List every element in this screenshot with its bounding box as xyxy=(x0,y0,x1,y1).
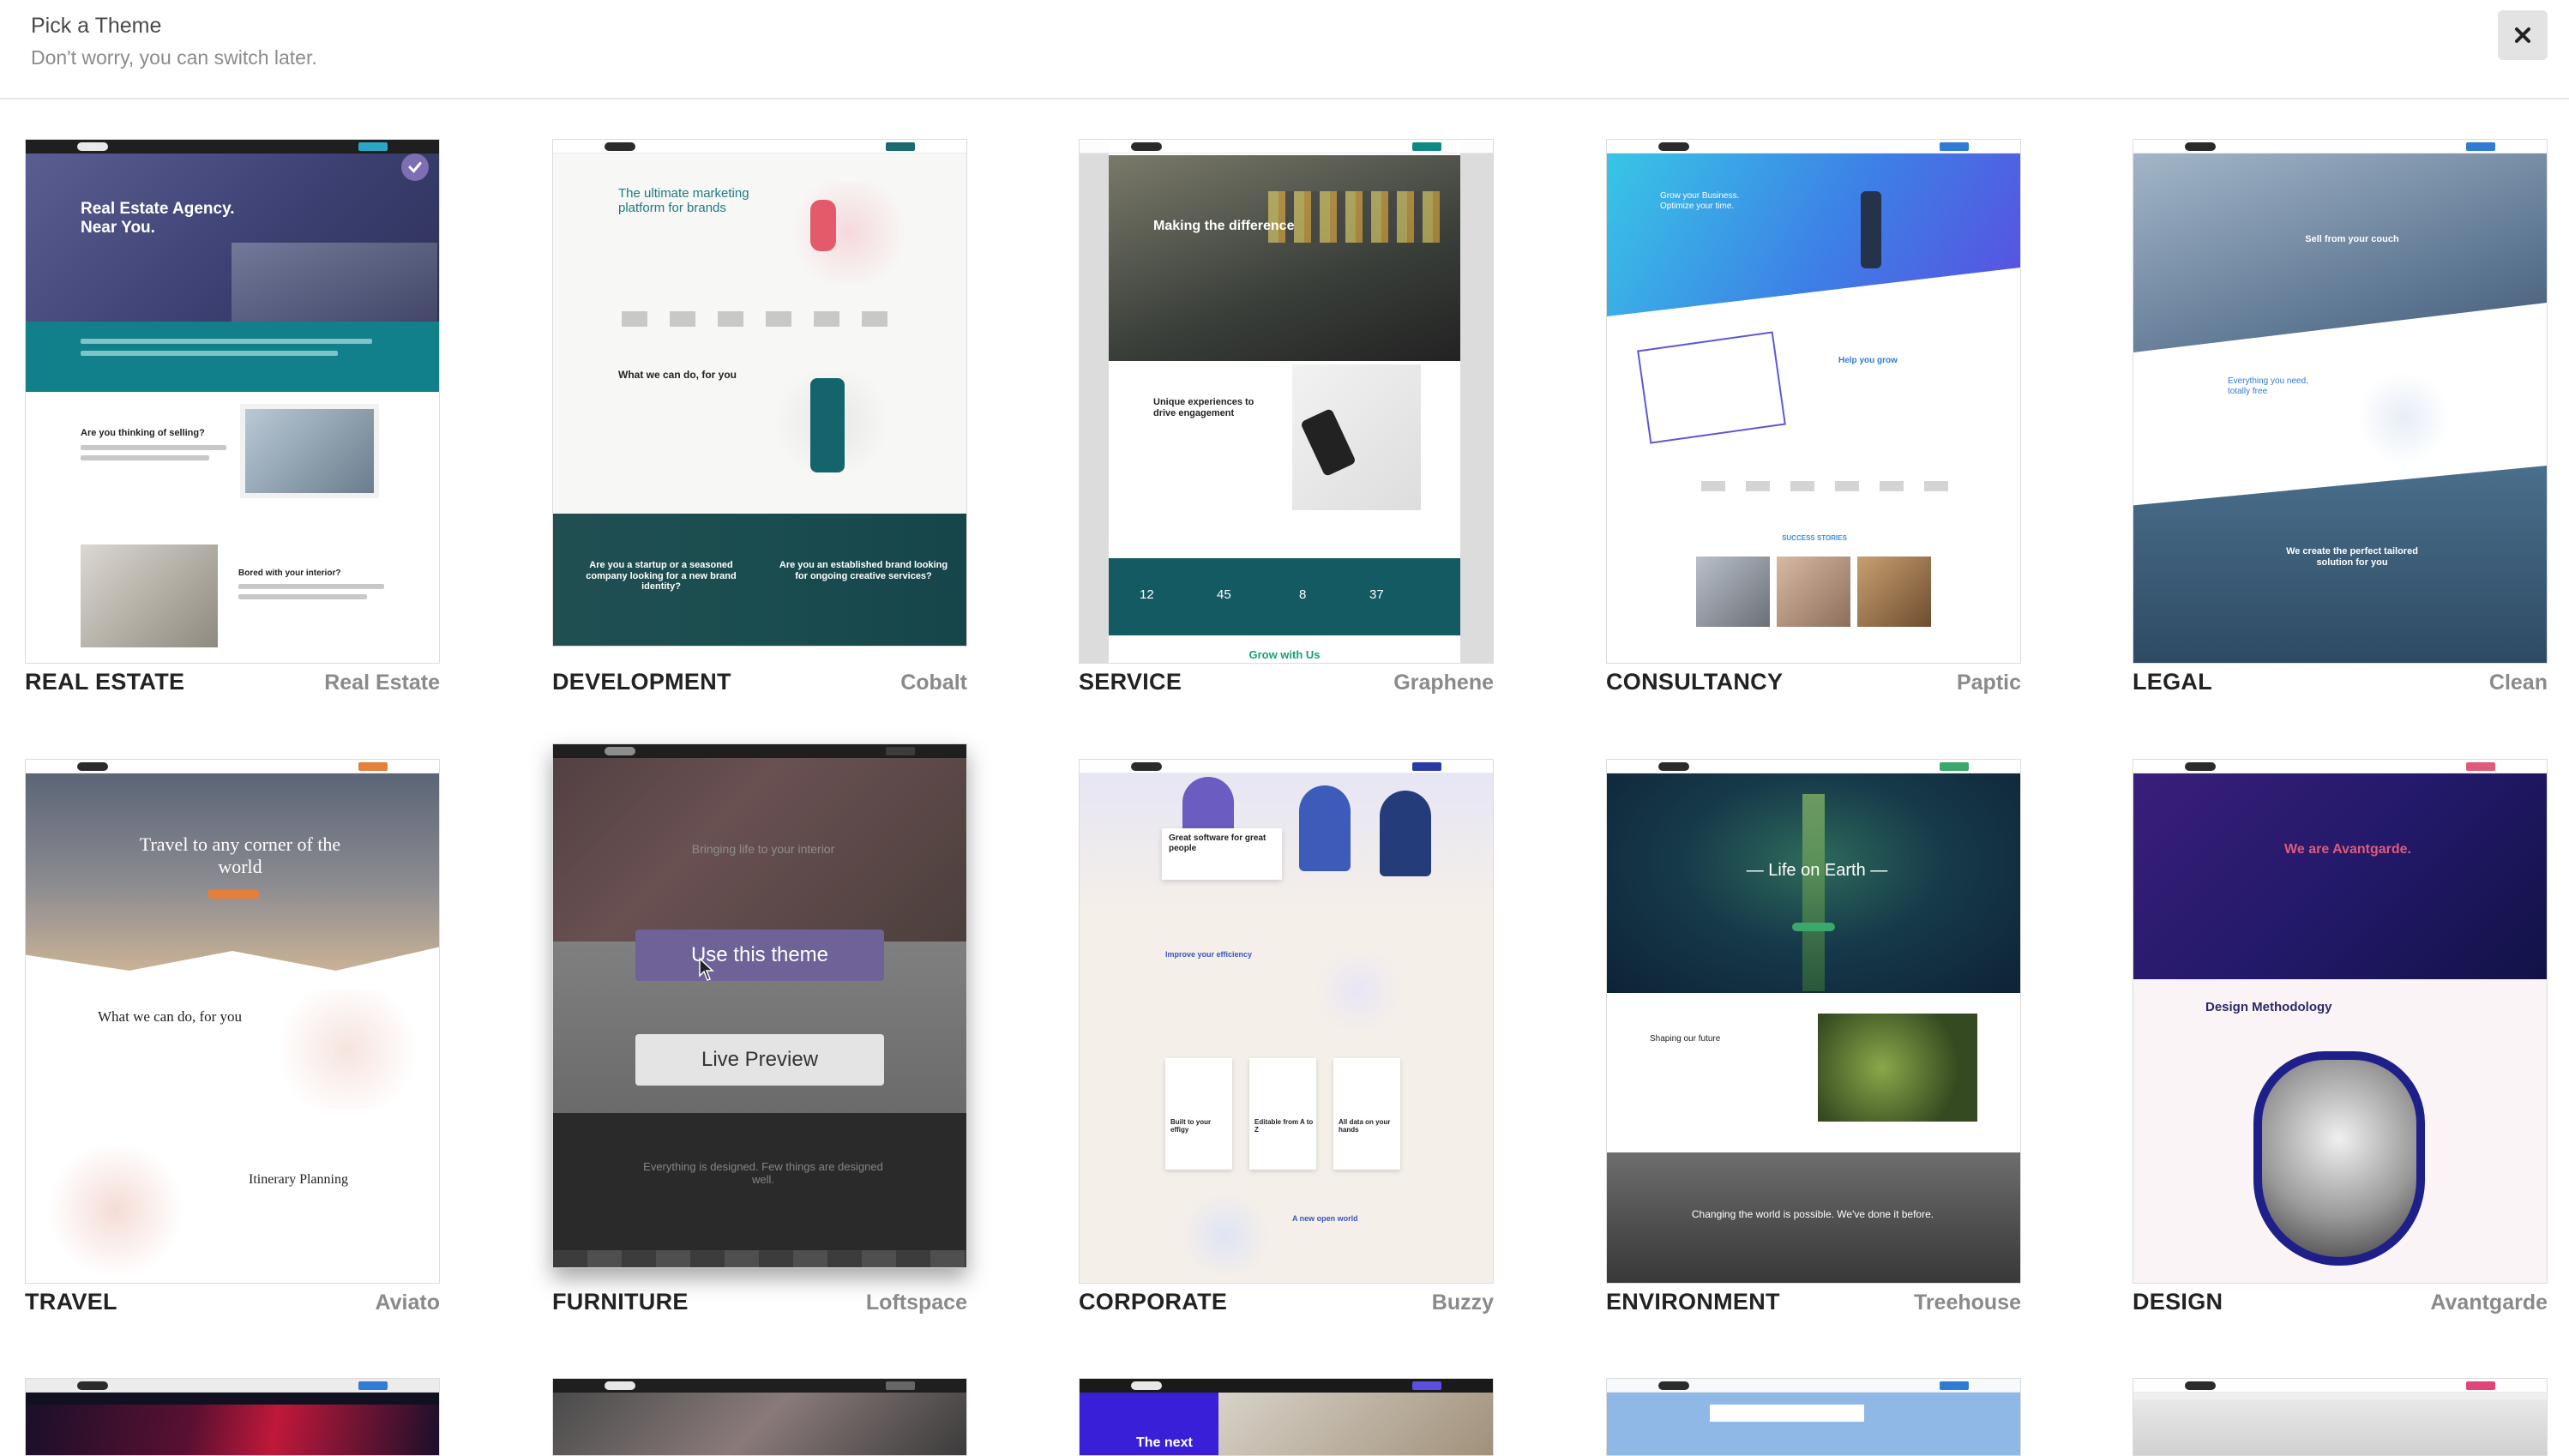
theme-category: ENVIRONMENT xyxy=(1606,1289,1780,1315)
theme-name: Aviato xyxy=(375,1291,440,1315)
theme-category: CORPORATE xyxy=(1079,1289,1228,1315)
preview-headline: The ultimate marketing platform for bran… xyxy=(618,186,749,216)
theme-card-consultancy[interactable]: Grow your Business. Optimize your time. … xyxy=(1606,139,2021,705)
preview-section2: Itinerary Planning xyxy=(249,1172,348,1187)
preview-section1: Help you grow xyxy=(1838,356,1898,365)
theme-grid: Real Estate Agency. Near You. Are you th… xyxy=(0,0,2569,1456)
theme-card-row3-1[interactable] xyxy=(25,1378,440,1456)
theme-preview[interactable]: The ultimate marketing platform for bran… xyxy=(552,139,967,647)
theme-preview[interactable] xyxy=(2133,1378,2548,1456)
preview-section1: Design Methodology xyxy=(2205,1000,2332,1014)
hover-overlay xyxy=(553,744,966,1267)
theme-preview[interactable]: The next xyxy=(1079,1378,1494,1456)
theme-card-development[interactable]: The ultimate marketing platform for bran… xyxy=(552,139,967,705)
theme-card-row3-4[interactable] xyxy=(1606,1378,2021,1456)
preview-section2: We create the perfect tailored solution … xyxy=(2286,546,2418,568)
theme-card-row3-5[interactable] xyxy=(2133,1378,2548,1456)
theme-category: LEGAL xyxy=(2133,669,2212,695)
preview-section2: Changing the world is possible. We've do… xyxy=(1691,1208,1934,1220)
theme-name: Clean xyxy=(2488,671,2548,695)
theme-preview[interactable]: Making the difference Unique experiences… xyxy=(1079,139,1494,664)
theme-category: TRAVEL xyxy=(25,1289,117,1315)
preview-section1: Everything you need, totally free xyxy=(2228,376,2308,396)
preview-col-1: Built to your effigy xyxy=(1170,1118,1212,1134)
theme-card-furniture[interactable]: Bringing life to your interior Everythin… xyxy=(552,743,967,1325)
preview-section2: SUCCESS STORIES xyxy=(1782,534,1847,542)
preview-headline: Sell from your couch xyxy=(2305,234,2399,244)
preview-section1: Are you thinking of selling? xyxy=(81,428,205,438)
preview-section1: Improve your efficiency xyxy=(1165,950,1253,959)
preview-section2: Bored with your interior? xyxy=(238,569,341,578)
preview-headline: — Life on Earth — xyxy=(1746,861,1888,880)
theme-preview[interactable]: Real Estate Agency. Near You. Are you th… xyxy=(25,139,440,664)
theme-preview[interactable]: Travel to any corner of the world What w… xyxy=(25,759,440,1284)
theme-card-design[interactable]: We are Avantgarde. Design Methodology DE… xyxy=(2133,759,2548,1325)
theme-preview[interactable] xyxy=(1606,1378,2021,1456)
theme-category: SERVICE xyxy=(1079,669,1182,695)
theme-category: DEVELOPMENT xyxy=(552,669,731,695)
theme-card-real-estate[interactable]: Real Estate Agency. Near You. Are you th… xyxy=(25,139,440,705)
theme-category: CONSULTANCY xyxy=(1606,669,1784,695)
theme-category: FURNITURE xyxy=(552,1289,689,1315)
preview-section2: A new open world xyxy=(1292,1214,1358,1223)
preview-section3: Are you an established brand looking for… xyxy=(779,560,948,581)
theme-preview[interactable] xyxy=(25,1378,440,1456)
preview-headline: Great software for great people xyxy=(1169,833,1266,853)
theme-preview[interactable]: Grow your Business. Optimize your time. … xyxy=(1606,139,2021,664)
preview-col-3: All data on your hands xyxy=(1339,1118,1391,1134)
preview-section1: Shaping our future xyxy=(1650,1034,1721,1044)
preview-stat-2: 45 xyxy=(1217,587,1231,602)
preview-stat-1: 12 xyxy=(1140,587,1154,602)
theme-preview[interactable]: Sell from your couch Everything you need… xyxy=(2133,139,2548,664)
theme-name: Loftspace xyxy=(865,1291,967,1315)
theme-card-corporate[interactable]: Great software for great people Improve … xyxy=(1079,759,1494,1325)
theme-preview[interactable] xyxy=(552,1378,967,1456)
preview-stat-4: 37 xyxy=(1369,587,1384,602)
preview-section1: What we can do, for you xyxy=(98,1008,243,1025)
preview-section1: What we can do, for you xyxy=(618,369,737,381)
theme-card-travel[interactable]: Travel to any corner of the world What w… xyxy=(25,759,440,1325)
preview-headline: Making the difference xyxy=(1153,219,1295,233)
preview-headline: Travel to any corner of the world xyxy=(139,833,341,878)
theme-name: Avantgarde xyxy=(2430,1291,2548,1315)
use-this-theme-button[interactable]: Use this theme xyxy=(635,930,884,981)
live-preview-button[interactable]: Live Preview xyxy=(635,1034,884,1086)
preview-section1: Unique experiences to drive engagement xyxy=(1153,397,1254,418)
preview-headline: The next xyxy=(1136,1435,1193,1450)
theme-category: REAL ESTATE xyxy=(25,669,185,695)
preview-footer: Grow with Us xyxy=(1248,648,1321,661)
theme-category: DESIGN xyxy=(2133,1289,2223,1315)
selected-check-icon xyxy=(401,153,429,181)
preview-headline: Grow your Business. Optimize your time. xyxy=(1660,191,1740,211)
preview-headline: We are Avantgarde. xyxy=(2284,842,2411,857)
theme-preview[interactable]: Great software for great people Improve … xyxy=(1079,759,1494,1284)
theme-preview[interactable]: We are Avantgarde. Design Methodology xyxy=(2133,759,2548,1284)
theme-name: Buzzy xyxy=(1431,1291,1494,1315)
preview-col-2: Editable from A to Z xyxy=(1254,1118,1314,1134)
theme-card-row3-2[interactable] xyxy=(552,1378,967,1456)
preview-section2: Are you a startup or a seasoned company … xyxy=(586,560,737,593)
preview-headline: Real Estate Agency. Near You. xyxy=(81,200,235,237)
theme-name: Graphene xyxy=(1393,671,1494,695)
theme-card-legal[interactable]: Sell from your couch Everything you need… xyxy=(2133,139,2548,705)
theme-card-row3-3[interactable]: The next xyxy=(1079,1378,1494,1456)
theme-name: Paptic xyxy=(1956,671,2021,695)
theme-name: Cobalt xyxy=(900,671,967,695)
theme-name: Treehouse xyxy=(1913,1291,2021,1315)
preview-stat-3: 8 xyxy=(1299,587,1307,602)
mouse-cursor-icon xyxy=(699,957,714,981)
theme-picker-page: Pick a Theme Don't worry, you can switch… xyxy=(0,0,2569,1456)
theme-card-environment[interactable]: — Life on Earth — Shaping our future Cha… xyxy=(1606,759,2021,1325)
theme-card-service[interactable]: Making the difference Unique experiences… xyxy=(1079,139,1494,705)
theme-preview[interactable]: — Life on Earth — Shaping our future Cha… xyxy=(1606,759,2021,1284)
theme-name: Real Estate xyxy=(324,671,440,695)
theme-preview[interactable]: Bringing life to your interior Everythin… xyxy=(552,743,967,1268)
